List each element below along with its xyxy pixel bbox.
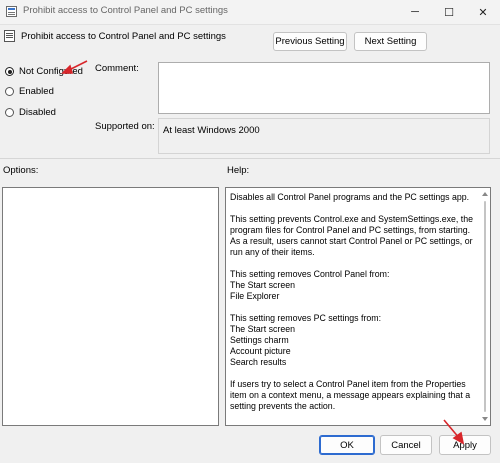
arrow-to-not-configured — [61, 60, 88, 74]
arrow-to-apply — [443, 419, 465, 445]
annotation-arrows — [61, 60, 465, 445]
